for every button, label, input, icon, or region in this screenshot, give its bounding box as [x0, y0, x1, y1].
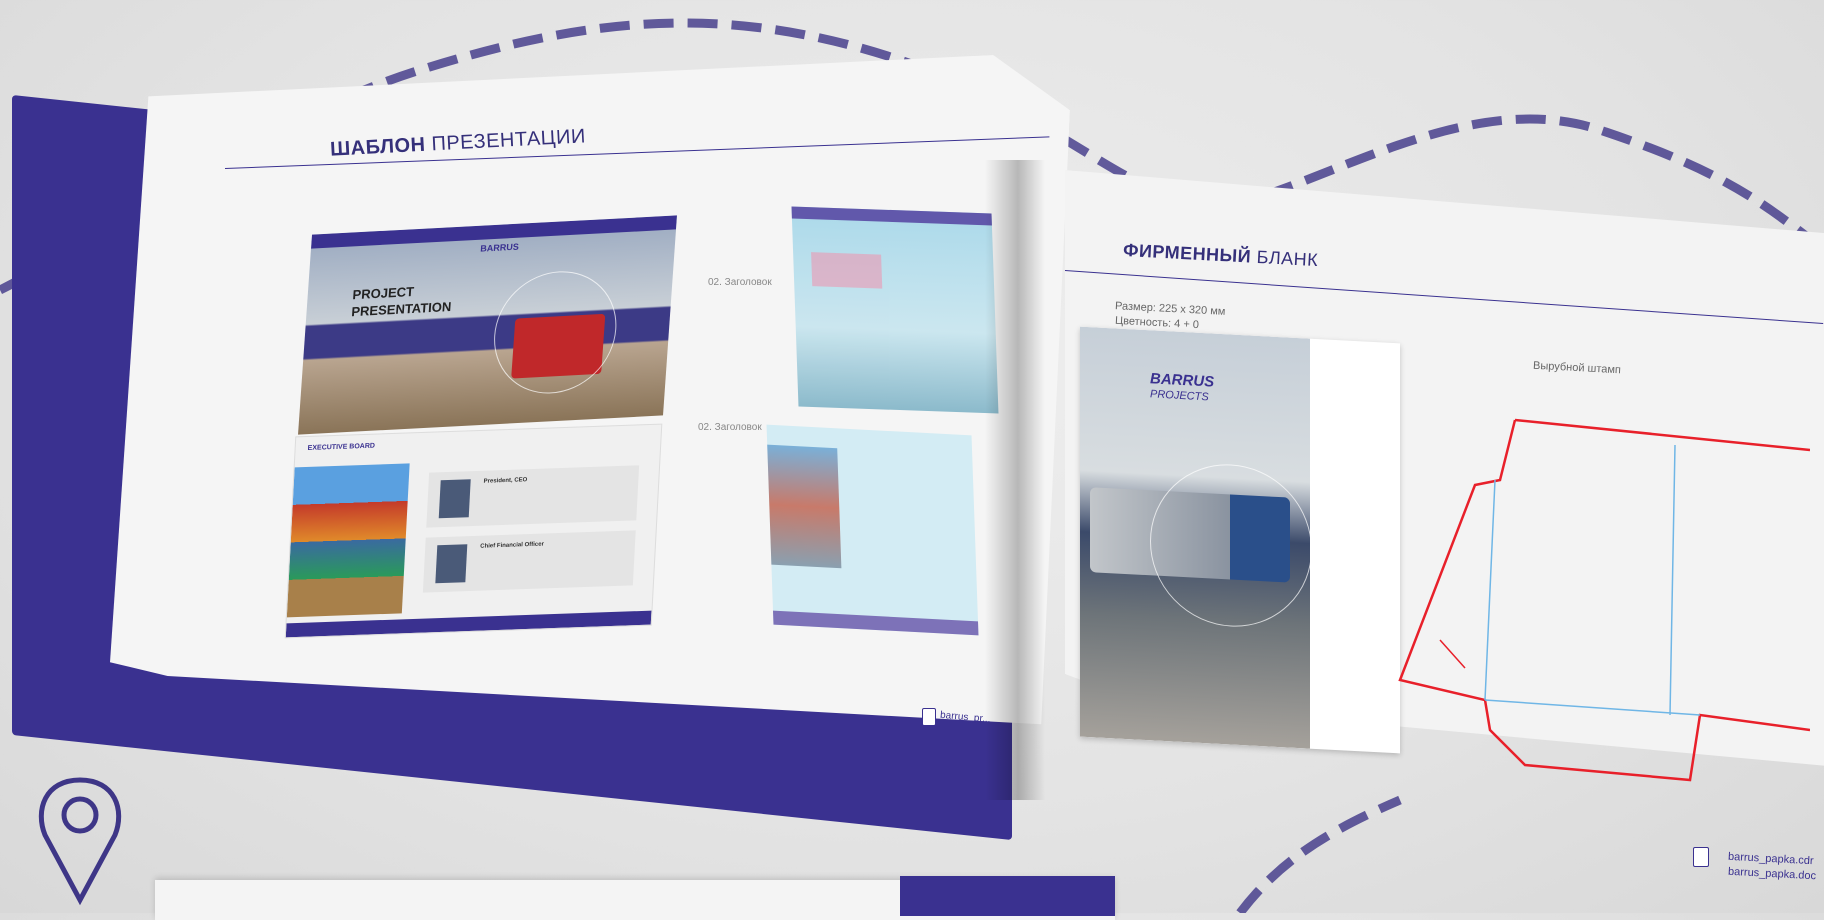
die-cut-template — [1398, 418, 1810, 782]
annotated-containers — [767, 444, 842, 569]
left-title-bold: ШАБЛОН — [329, 133, 427, 161]
right-title-light: БЛАНК — [1256, 246, 1319, 271]
avatar — [438, 479, 471, 519]
person-card-2: Chief Financial Officer — [422, 530, 636, 593]
slide-circle-graphic — [489, 268, 621, 397]
slide-board-preview: EXECUTIVE BOARD President, CEO Chief Fin… — [284, 423, 663, 639]
letterhead-brand-1: BARRUS — [1150, 370, 1215, 391]
map-pin-icon — [38, 777, 122, 906]
person-card-1: President, CEO — [426, 465, 640, 528]
bottom-card-accent — [900, 876, 1115, 916]
letterhead-preview: BARRUS PROJECTS — [1080, 326, 1400, 754]
slide-heading-2: PRESENTATION — [350, 298, 452, 320]
person-1-title: President, CEO — [483, 477, 528, 485]
containers-image — [286, 463, 410, 618]
slide2-header: EXECUTIVE BOARD — [307, 442, 376, 452]
slide-brand-logo: BARRUS — [480, 241, 520, 254]
letterhead-photo: BARRUS PROJECTS — [1080, 326, 1312, 749]
letterhead-circles — [1150, 460, 1312, 631]
letterhead-brand-2: PROJECTS — [1150, 388, 1209, 404]
file-icon — [922, 708, 936, 726]
annotation-label-1: 02. Заголовок — [708, 277, 772, 288]
person-2-title: Chief Financial Officer — [480, 541, 545, 550]
annotated-slide-1 — [791, 206, 999, 414]
avatar — [435, 544, 468, 584]
annotation-label-2: 02. Заголовок — [698, 422, 762, 433]
highlight-box — [811, 252, 883, 289]
slide-heading-1: PROJECT — [352, 283, 415, 303]
slide-preview: BARRUS PROJECT PRESENTATION — [298, 215, 677, 435]
file-icon — [1693, 847, 1709, 867]
annotated-slide-2 — [766, 424, 979, 636]
book-spine — [985, 160, 1045, 800]
